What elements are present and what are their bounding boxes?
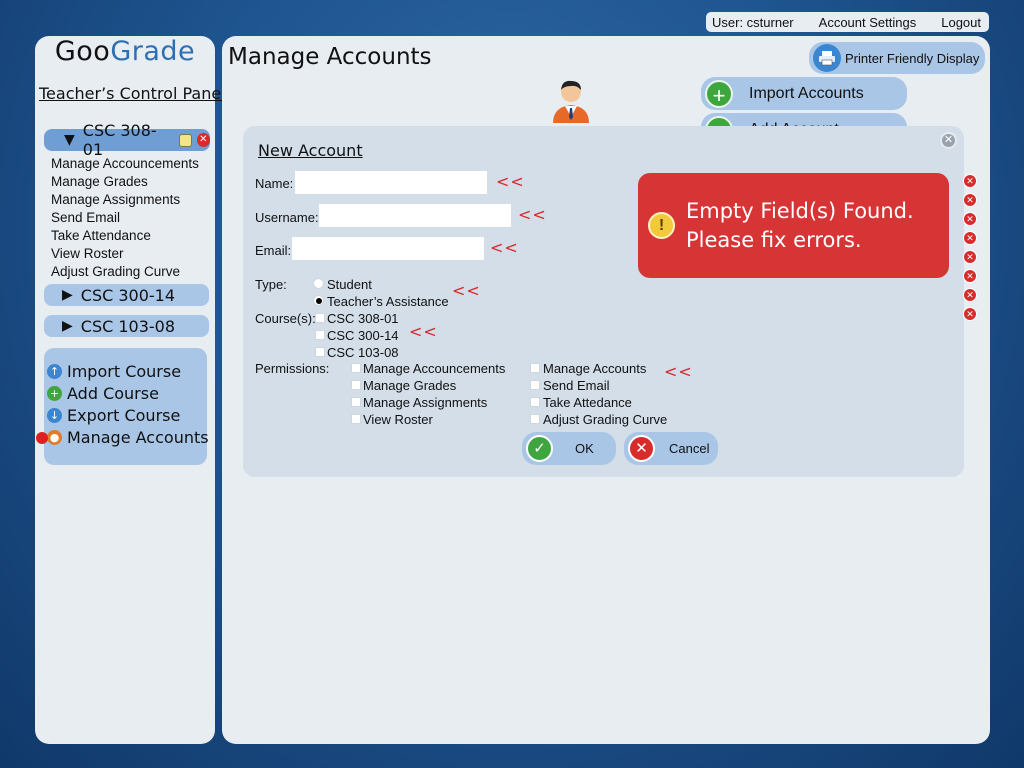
delete-course-icon[interactable]: ✕ bbox=[196, 133, 210, 147]
menu-manage-grades[interactable]: Manage Grades bbox=[51, 173, 199, 191]
option-csc-300-14: CSC 300-14 bbox=[327, 328, 399, 343]
option-teachers-assistance: Teacher’s Assistance bbox=[327, 294, 449, 309]
printer-friendly-button[interactable]: Printer Friendly Display bbox=[809, 42, 985, 74]
printer-icon bbox=[813, 44, 841, 72]
checkbox-csc-103-08[interactable] bbox=[315, 347, 325, 357]
option-csc-103-08: CSC 103-08 bbox=[327, 345, 399, 360]
export-arrow-icon: ↓ bbox=[47, 408, 62, 423]
close-icon[interactable]: ✕ bbox=[963, 307, 977, 321]
close-icon[interactable]: ✕ bbox=[963, 231, 977, 245]
perm-manage-grades: Manage Grades bbox=[363, 378, 457, 393]
perm-manage-accounts: Manage Accounts bbox=[543, 361, 647, 376]
radio-teachers-assistance[interactable] bbox=[313, 295, 324, 306]
import-arrow-icon: ↑ bbox=[47, 364, 62, 379]
close-icon[interactable]: ✕ bbox=[963, 174, 977, 188]
menu-view-roster[interactable]: View Roster bbox=[51, 245, 199, 263]
plus-icon: + bbox=[705, 79, 733, 108]
x-icon: ✕ bbox=[628, 435, 655, 462]
course-item-csc-308-01[interactable]: ▼ CSC 308-01 ✕ bbox=[44, 121, 210, 159]
top-bar: User: csturner Account Settings Logout bbox=[706, 12, 989, 32]
checkbox-perm-send-email[interactable] bbox=[530, 380, 540, 390]
collapsed-arrow-icon: ▶ bbox=[62, 318, 73, 334]
option-student: Student bbox=[327, 277, 372, 292]
checkbox-csc-300-14[interactable] bbox=[315, 330, 325, 340]
warning-icon: ! bbox=[648, 212, 675, 239]
checkbox-perm-view-roster[interactable] bbox=[351, 414, 361, 424]
checkbox-perm-manage-announcements[interactable] bbox=[351, 363, 361, 373]
collapsed-arrow-icon: ▶ bbox=[62, 287, 73, 303]
permissions-error-mark: << bbox=[664, 362, 693, 381]
name-label: Name: bbox=[255, 176, 294, 191]
courses-label: Course(s): bbox=[255, 311, 316, 326]
checkbox-perm-take-attendance[interactable] bbox=[530, 397, 540, 407]
course-item-csc-103-08[interactable]: ▶ CSC 103-08 bbox=[44, 315, 209, 337]
close-icon[interactable]: ✕ bbox=[963, 250, 977, 264]
email-error-mark: << bbox=[490, 238, 519, 257]
radio-student[interactable] bbox=[313, 278, 324, 289]
course-label: CSC 103-08 bbox=[80, 316, 176, 336]
menu-manage-announcements[interactable]: Manage Accouncements bbox=[51, 155, 199, 173]
course-label: CSC 308-01 bbox=[82, 121, 157, 159]
import-course-link[interactable]: ↑ Import Course bbox=[47, 362, 181, 381]
name-error-mark: << bbox=[496, 172, 525, 191]
type-label: Type: bbox=[255, 277, 287, 292]
perm-send-email: Send Email bbox=[543, 378, 610, 393]
expanded-arrow-icon: ▼ bbox=[64, 132, 75, 148]
checkbox-perm-manage-accounts[interactable] bbox=[530, 363, 540, 373]
dialog-title: New Account bbox=[258, 141, 363, 160]
user-avatar-icon bbox=[550, 77, 592, 123]
manage-accounts-link[interactable]: ● Manage Accounts bbox=[47, 428, 209, 447]
courses-error-mark: << bbox=[409, 322, 438, 341]
name-field[interactable] bbox=[295, 171, 487, 194]
checkbox-csc-308-01[interactable] bbox=[315, 313, 325, 323]
username-error-mark: << bbox=[518, 205, 547, 224]
plus-icon: + bbox=[47, 386, 62, 401]
close-icon[interactable]: ✕ bbox=[940, 132, 957, 149]
edit-note-icon[interactable] bbox=[179, 133, 192, 147]
page-title: Manage Accounts bbox=[228, 44, 432, 70]
checkbox-perm-manage-assignments[interactable] bbox=[351, 397, 361, 407]
export-course-link[interactable]: ↓ Export Course bbox=[47, 406, 180, 425]
error-line-1: Empty Field(s) Found. bbox=[686, 198, 914, 223]
type-error-mark: << bbox=[452, 281, 481, 300]
close-icon[interactable]: ✕ bbox=[963, 212, 977, 226]
menu-take-attendance[interactable]: Take Attendance bbox=[51, 227, 199, 245]
user-label: User: csturner bbox=[712, 14, 794, 30]
import-accounts-button[interactable]: + Import Accounts bbox=[701, 77, 907, 110]
error-line-2: Please fix errors. bbox=[686, 227, 862, 252]
add-course-link[interactable]: + Add Course bbox=[47, 384, 159, 403]
checkbox-perm-adjust-grading-curve[interactable] bbox=[530, 414, 540, 424]
email-label: Email: bbox=[255, 243, 292, 258]
ok-button[interactable]: ✓ OK bbox=[522, 432, 616, 465]
course-menu: Manage Accouncements Manage Grades Manag… bbox=[51, 155, 199, 281]
perm-view-roster: View Roster bbox=[363, 412, 433, 427]
username-label: Username: bbox=[255, 210, 319, 225]
email-field[interactable] bbox=[292, 237, 484, 260]
course-item-csc-300-14[interactable]: ▶ CSC 300-14 bbox=[44, 284, 209, 306]
perm-manage-assignments: Manage Assignments bbox=[363, 395, 488, 410]
check-icon: ✓ bbox=[526, 435, 553, 462]
menu-adjust-grading-curve[interactable]: Adjust Grading Curve bbox=[51, 263, 199, 281]
checkbox-perm-manage-grades[interactable] bbox=[351, 380, 361, 390]
user-icon: ● bbox=[47, 430, 62, 445]
current-page-marker bbox=[36, 432, 48, 444]
permissions-label: Permissions: bbox=[255, 361, 330, 376]
username-field[interactable] bbox=[319, 204, 511, 227]
account-settings-link[interactable]: Account Settings bbox=[819, 15, 917, 30]
logout-link[interactable]: Logout bbox=[941, 15, 981, 30]
menu-send-email[interactable]: Send Email bbox=[51, 209, 199, 227]
menu-manage-assignments[interactable]: Manage Assignments bbox=[51, 191, 199, 209]
close-icon[interactable]: ✕ bbox=[963, 269, 977, 283]
course-label: CSC 300-14 bbox=[80, 285, 176, 305]
option-csc-308-01: CSC 308-01 bbox=[327, 311, 399, 326]
close-icon[interactable]: ✕ bbox=[963, 193, 977, 207]
goograde-logo: GooGrade bbox=[54, 36, 196, 67]
panel-title[interactable]: Teacher’s Control Panel bbox=[39, 84, 226, 103]
perm-take-attendance: Take Attedance bbox=[543, 395, 632, 410]
error-message-box: ! Empty Field(s) Found. Please fix error… bbox=[638, 173, 949, 278]
close-icon[interactable]: ✕ bbox=[963, 288, 977, 302]
cancel-button[interactable]: ✕ Cancel bbox=[624, 432, 718, 465]
perm-manage-announcements: Manage Accouncements bbox=[363, 361, 506, 376]
perm-adjust-grading-curve: Adjust Grading Curve bbox=[543, 412, 668, 427]
